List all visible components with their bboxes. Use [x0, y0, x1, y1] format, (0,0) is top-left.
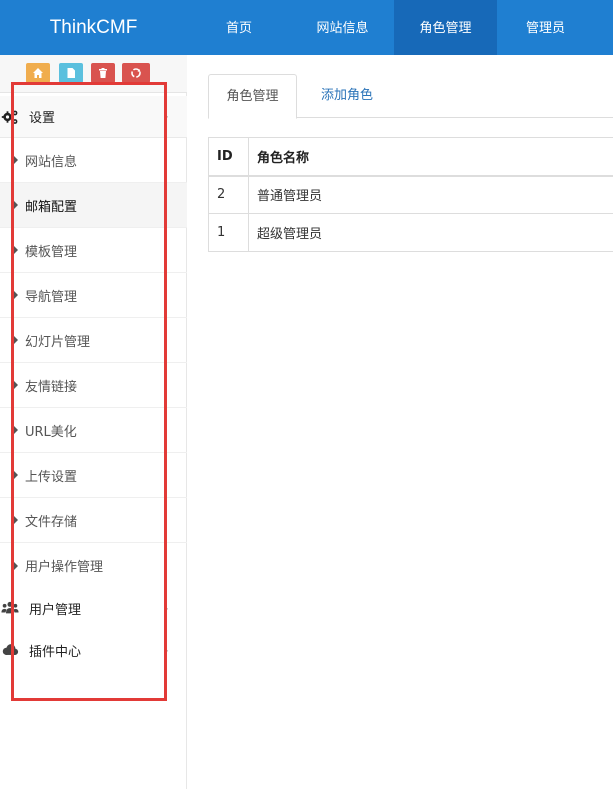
chevron-right-icon: › — [164, 601, 169, 615]
file-icon — [67, 68, 75, 78]
sidebar-subitem-slides[interactable]: 幻灯片管理 — [0, 318, 187, 363]
content-tabs: 角色管理 添加角色 — [208, 74, 613, 119]
nav-site-info[interactable]: 网站信息 — [291, 0, 394, 55]
chevron-right-icon: › — [164, 110, 169, 123]
table-header-id: ID — [208, 137, 249, 177]
caret-right-icon — [14, 246, 18, 254]
table-row: 2 普通管理员 — [208, 175, 613, 214]
table-cell-role-name: 超级管理员 — [248, 213, 613, 252]
sidebar-subitem-label: 幻灯片管理 — [25, 334, 91, 350]
sidebar-subitem-url-rewrite[interactable]: URL美化 — [0, 408, 187, 453]
sidebar-subitem-label: 网站信息 — [25, 154, 78, 170]
table-header-role-name: 角色名称 — [248, 137, 613, 177]
caret-right-icon — [14, 471, 18, 479]
sidebar-subitem-label: 文件存储 — [25, 514, 78, 530]
sidebar-item-label: 插件中心 — [29, 644, 82, 660]
recycle-shortcut-button[interactable] — [122, 63, 150, 83]
sidebar-item-label: 用户管理 — [29, 602, 82, 618]
sidebar: 设置 › 网站信息 邮箱配置 模板管理 导航管理 幻灯片管理 友情链接 URL美… — [0, 55, 187, 789]
top-navbar: ThinkCMF 首页 网站信息 角色管理 管理员 — [0, 0, 613, 55]
caret-right-icon — [14, 156, 18, 164]
sidebar-subitem-site-info[interactable]: 网站信息 — [0, 138, 187, 183]
sidebar-subitem-label: 邮箱配置 — [25, 199, 78, 215]
table-cell-role-name: 普通管理员 — [248, 175, 613, 214]
table-row: 1 超级管理员 — [208, 213, 613, 252]
home-shortcut-button[interactable] — [26, 63, 50, 83]
brand-logo[interactable]: ThinkCMF — [0, 0, 187, 55]
trash-icon — [99, 68, 107, 78]
trash-shortcut-button[interactable] — [91, 63, 115, 83]
nav-role-management[interactable]: 角色管理 — [394, 0, 497, 55]
sidebar-subitem-email-config[interactable]: 邮箱配置 — [0, 183, 187, 228]
table-cell-id: 2 — [208, 175, 249, 214]
sidebar-subitem-upload[interactable]: 上传设置 — [0, 453, 187, 498]
tab-add-role[interactable]: 添加角色 — [313, 74, 381, 118]
sidebar-subitem-navigation[interactable]: 导航管理 — [0, 273, 187, 318]
sidebar-item-user-management[interactable]: 用户管理 › — [0, 587, 187, 629]
cloud-icon — [1, 641, 19, 659]
caret-right-icon — [14, 561, 18, 570]
caret-right-icon — [14, 426, 18, 434]
users-icon — [1, 599, 19, 617]
gears-icon — [1, 108, 19, 126]
table-header-row: ID 角色名称 — [208, 137, 613, 177]
caret-right-icon — [14, 336, 18, 344]
file-shortcut-button[interactable] — [59, 63, 83, 83]
caret-right-icon — [14, 291, 18, 299]
sidebar-subitem-label: URL美化 — [25, 424, 77, 440]
sidebar-subitem-template[interactable]: 模板管理 — [0, 228, 187, 273]
sidebar-subitem-links[interactable]: 友情链接 — [0, 363, 187, 408]
nav-home[interactable]: 首页 — [187, 0, 291, 55]
sidebar-subitem-storage[interactable]: 文件存储 — [0, 498, 187, 543]
chevron-right-icon: › — [164, 643, 169, 657]
sidebar-subitem-label: 友情链接 — [25, 379, 78, 395]
sidebar-subitem-label: 导航管理 — [25, 289, 78, 305]
sidebar-item-plugin-center[interactable]: 插件中心 › — [0, 629, 187, 671]
roles-table: ID 角色名称 2 普通管理员 1 超级管理员 — [208, 137, 613, 252]
shortcut-bar — [0, 55, 187, 93]
home-icon — [33, 68, 43, 78]
sidebar-subitem-label: 上传设置 — [25, 469, 78, 485]
sidebar-item-settings[interactable]: 设置 › — [0, 96, 187, 138]
caret-right-icon — [14, 516, 18, 524]
sidebar-subitem-label: 用户操作管理 — [25, 560, 104, 575]
caret-right-icon — [14, 381, 18, 389]
caret-right-icon — [14, 201, 18, 209]
tab-role-management[interactable]: 角色管理 — [208, 74, 297, 119]
sidebar-item-label: 设置 — [29, 111, 56, 126]
sidebar-subitem-label: 模板管理 — [25, 244, 78, 260]
table-cell-id: 1 — [208, 213, 249, 252]
nav-admin[interactable]: 管理员 — [497, 0, 594, 55]
sidebar-subitem-user-actions[interactable]: 用户操作管理 — [0, 543, 187, 588]
recycle-icon — [131, 68, 141, 78]
